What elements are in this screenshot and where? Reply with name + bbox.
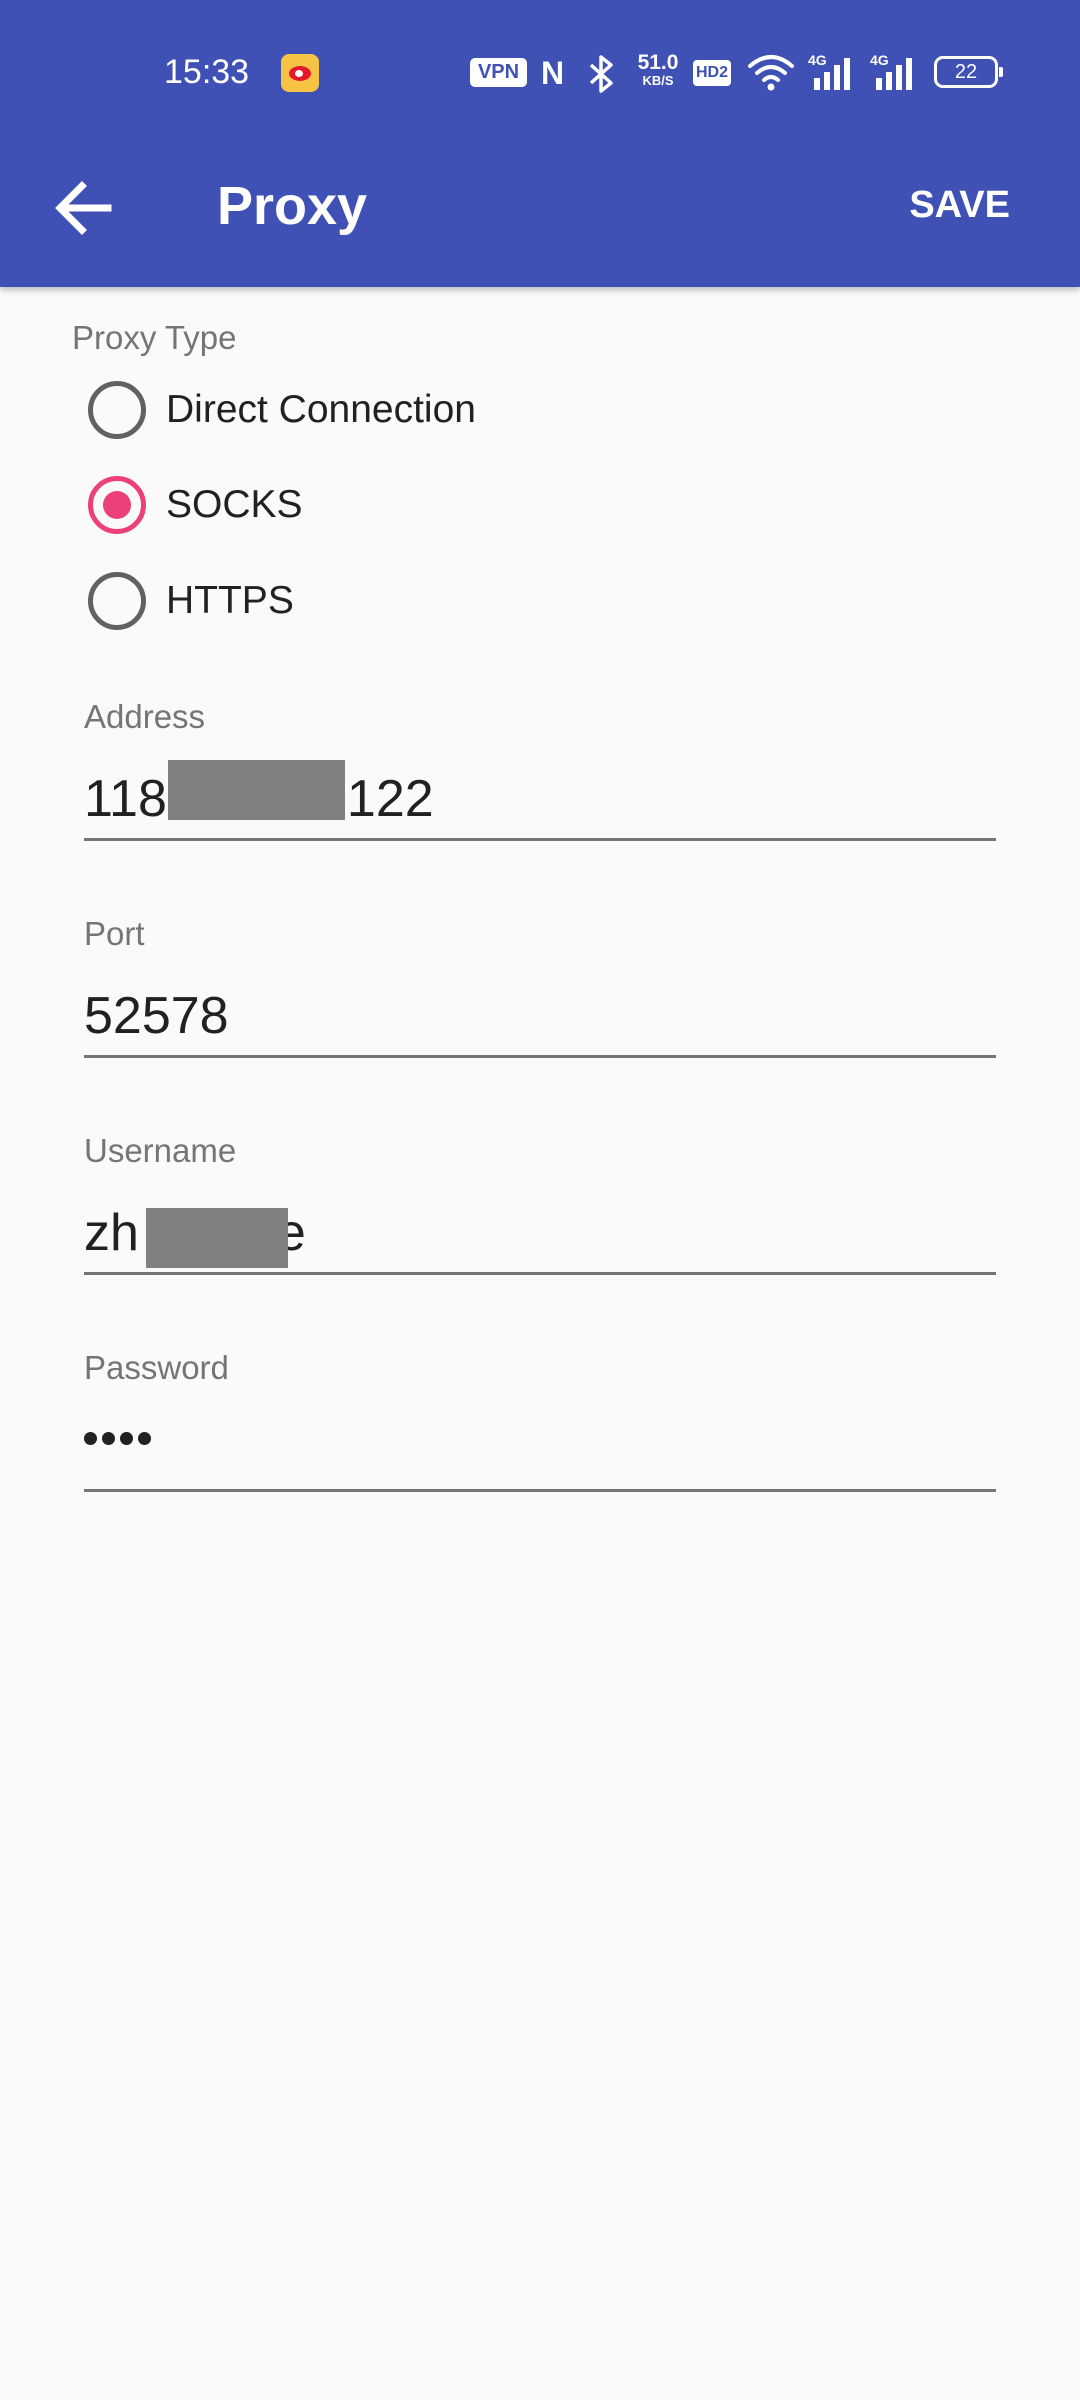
password-dot [138, 1432, 151, 1445]
radio-direct-connection[interactable]: Direct Connection [88, 375, 476, 445]
signal-icon: 4G [870, 52, 920, 94]
battery-icon: 22 [934, 56, 1003, 88]
radio-label: HTTPS [166, 579, 294, 622]
username-label: Username [84, 1132, 237, 1169]
port-label: Port [84, 915, 145, 952]
vpn-icon: VPN [470, 58, 527, 87]
wifi-icon [746, 52, 796, 97]
address-label: Address [84, 698, 206, 735]
password-dot [120, 1432, 133, 1445]
signal-icon: 4G [808, 52, 858, 94]
password-field[interactable] [84, 1432, 151, 1445]
arrow-left-icon [55, 181, 112, 235]
password-dot [84, 1432, 97, 1445]
radio-label: Direct Connection [166, 388, 476, 431]
address-value-start: 118 [84, 770, 167, 828]
port-underline [84, 1055, 996, 1058]
radio-button[interactable] [88, 381, 146, 439]
save-button[interactable]: SAVE [880, 180, 1010, 230]
password-underline [84, 1489, 996, 1492]
redaction-block [146, 1208, 288, 1268]
username-value-start: zh [84, 1204, 139, 1262]
address-value-end: 122 [346, 770, 434, 828]
username-underline [84, 1272, 996, 1275]
password-label: Password [84, 1349, 229, 1386]
radio-button-checked[interactable] [88, 476, 146, 534]
radio-label: SOCKS [166, 483, 303, 526]
proxy-type-label: Proxy Type [72, 319, 237, 356]
port-field[interactable]: 52578 [84, 985, 996, 1047]
password-dot [102, 1432, 115, 1445]
bluetooth-icon [585, 54, 621, 99]
app-bar: 15:33 VPN N 51.0 KB/S HD2 4G 4G 22 Proxy… [0, 0, 1080, 287]
status-time: 15:33 [164, 53, 250, 91]
nfc-icon: N [541, 55, 565, 91]
net-speed: 51.0 KB/S [637, 51, 679, 88]
radio-https[interactable]: HTTPS [88, 566, 294, 636]
radio-socks[interactable]: SOCKS [88, 470, 303, 540]
back-button[interactable] [46, 168, 126, 248]
address-underline [84, 838, 996, 841]
hd-icon: HD2 [693, 60, 731, 86]
page-title: Proxy [217, 176, 368, 236]
weibo-icon [281, 54, 319, 92]
redaction-block [168, 760, 345, 820]
radio-button[interactable] [88, 572, 146, 630]
